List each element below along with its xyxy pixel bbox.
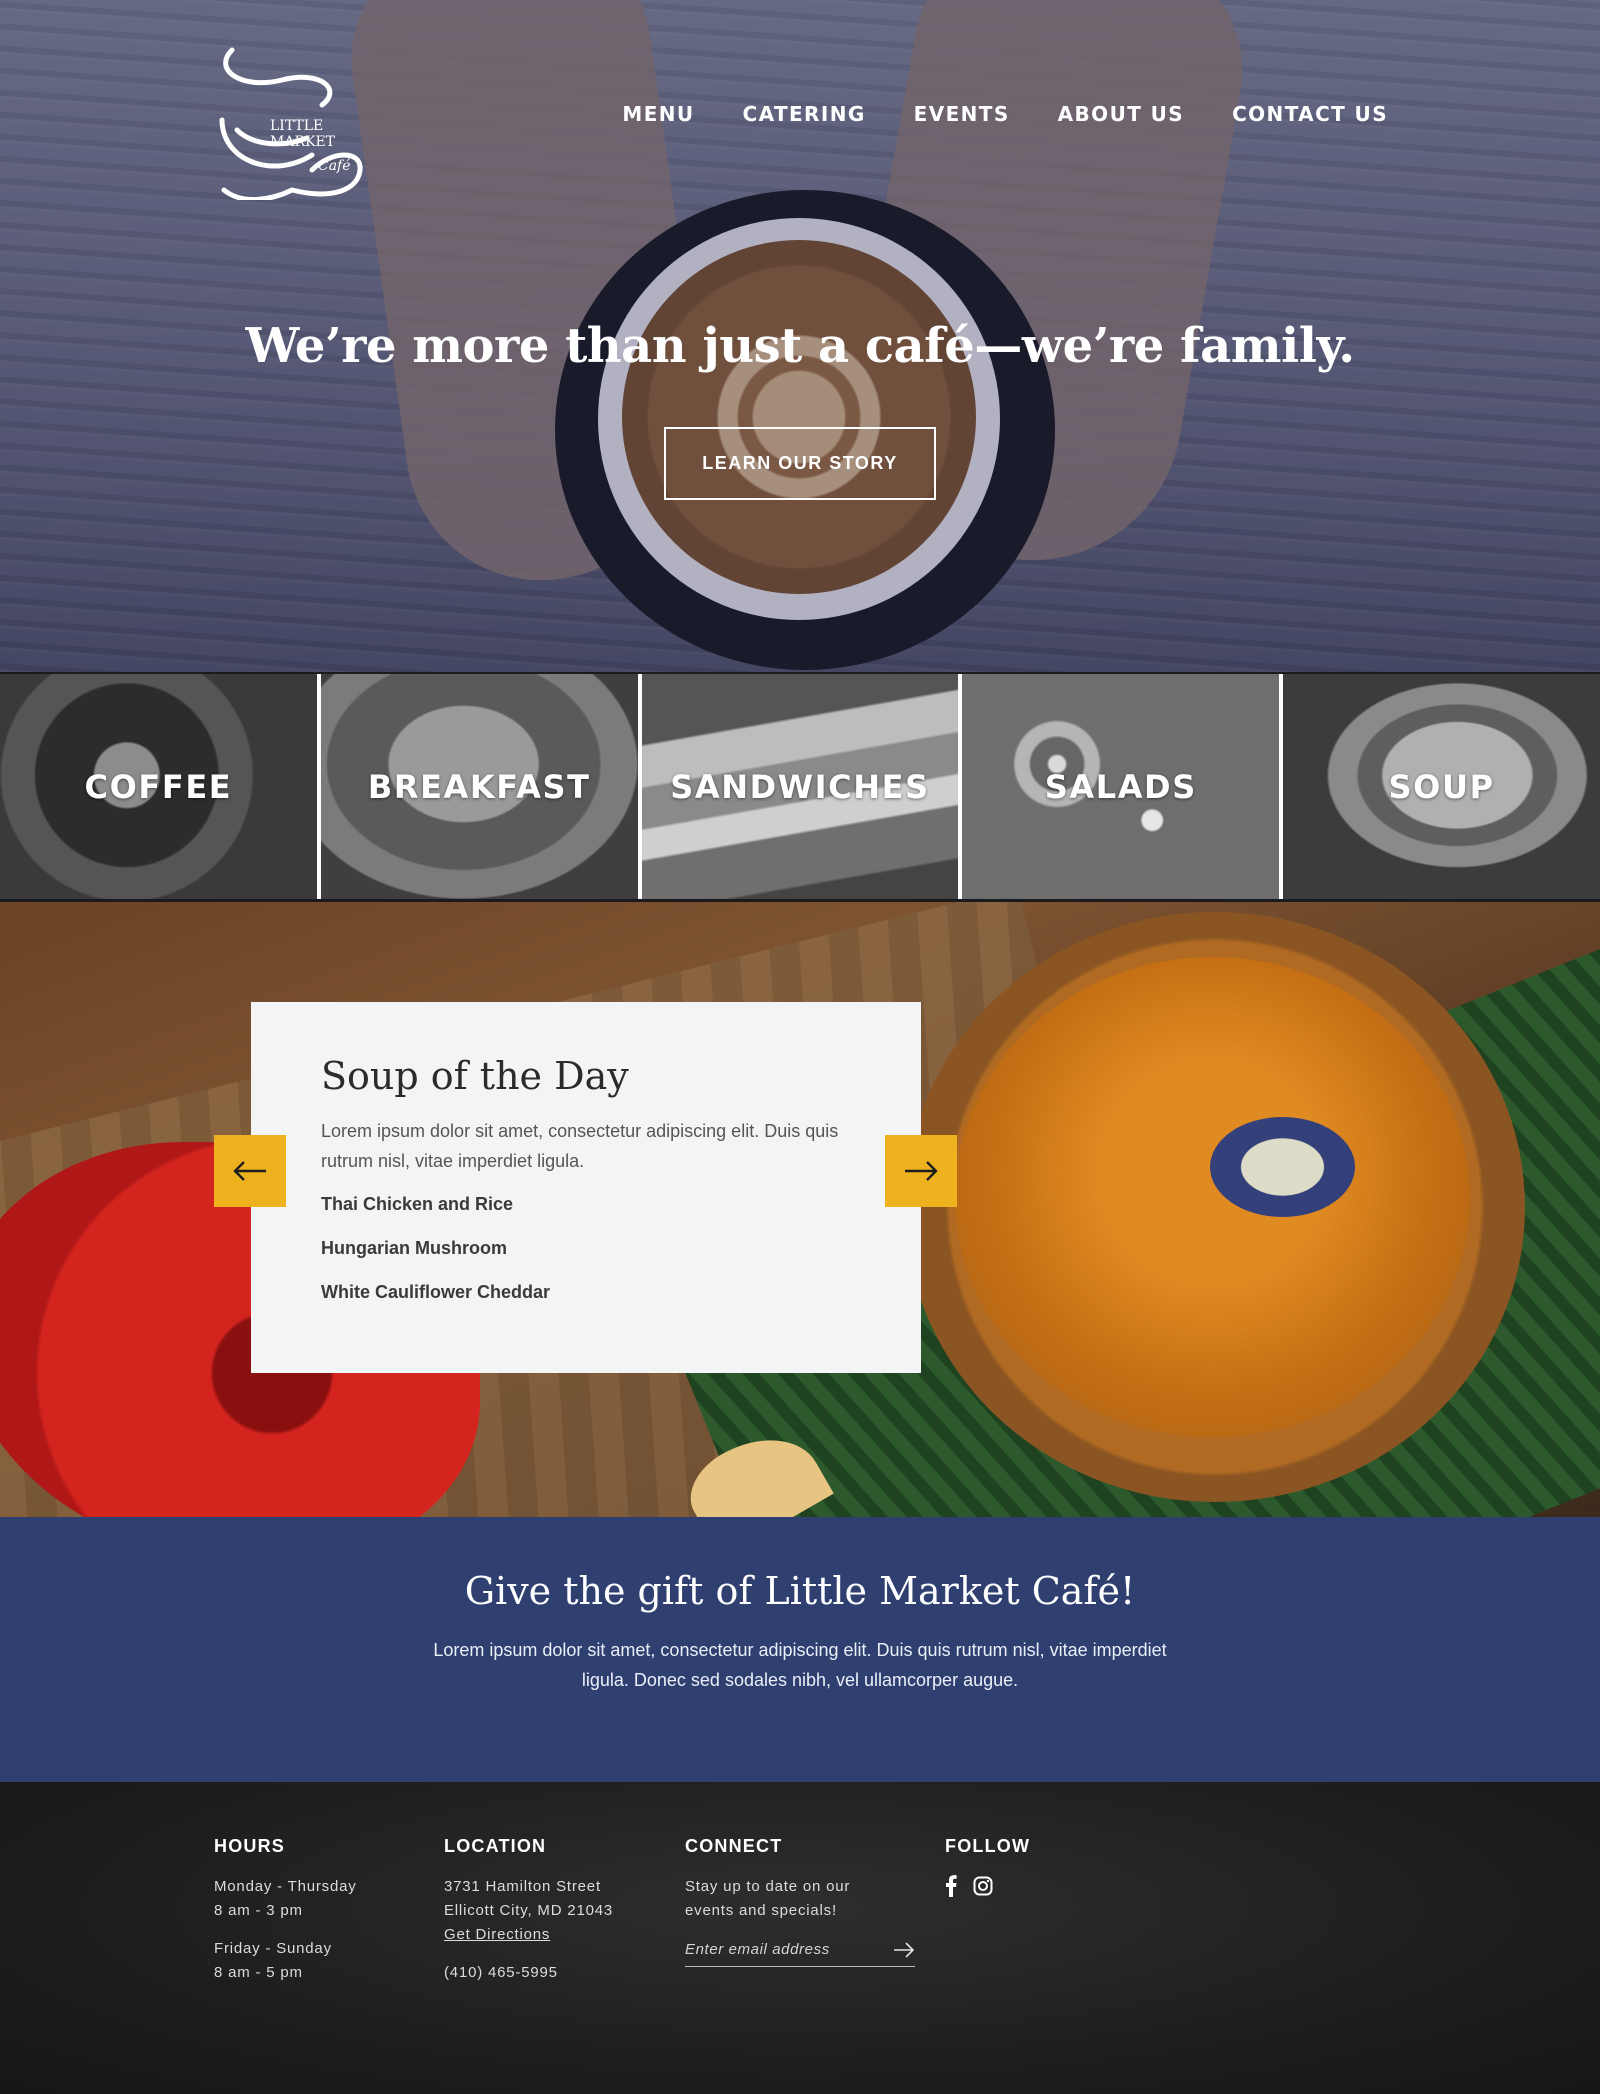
category-tile-coffee[interactable]: COFFEE	[0, 674, 317, 899]
hours-weekend-days: Friday - Sunday	[214, 1940, 332, 1957]
nav-about-us[interactable]: ABOUT US	[1058, 102, 1184, 126]
gift-section: Give the gift of Little Market Café! Lor…	[0, 1517, 1600, 1782]
main-nav: MENU CATERING EVENTS ABOUT US CONTACT US	[622, 102, 1388, 126]
soup-list-item: Thai Chicken and Rice	[321, 1194, 514, 1214]
hours-weekday-days: Monday - Thursday	[214, 1878, 357, 1895]
facebook-icon[interactable]	[945, 1875, 957, 1897]
soup-card: Soup of the Day Lorem ipsum dolor sit am…	[251, 1002, 921, 1373]
carousel-next-button[interactable]	[885, 1135, 957, 1207]
hours-weekday-time: 8 am - 3 pm	[214, 1902, 303, 1919]
gift-text: Lorem ipsum dolor sit amet, consectetur …	[433, 1640, 1167, 1690]
nav-menu[interactable]: MENU	[622, 102, 694, 126]
category-tile-soup[interactable]: SOUP	[1283, 674, 1600, 899]
category-label: COFFEE	[84, 767, 233, 806]
gift-title: Give the gift of Little Market Café!	[464, 1569, 1136, 1613]
location-street: 3731 Hamilton Street	[444, 1878, 601, 1895]
nav-catering[interactable]: CATERING	[743, 102, 866, 126]
category-tile-salads[interactable]: SALADS	[962, 674, 1280, 899]
footer-connect: CONNECT Stay up to date on our events an…	[685, 1836, 915, 1967]
connect-text-line1: Stay up to date on our	[685, 1878, 851, 1895]
instagram-icon[interactable]	[973, 1876, 993, 1896]
logo-text-cafe: Café	[318, 158, 351, 174]
arrow-right-icon[interactable]	[893, 1941, 915, 1958]
footer-hours: HOURS Monday - Thursday 8 am - 3 pm Frid…	[214, 1836, 357, 1985]
location-city: Ellicott City, MD 21043	[444, 1902, 614, 1919]
soup-card-title: Soup of the Day	[321, 1054, 629, 1098]
get-directions-link[interactable]: Get Directions	[444, 1923, 613, 1947]
soup-list-item: Hungarian Mushroom	[321, 1238, 508, 1258]
category-label: SALADS	[1044, 767, 1197, 806]
arrow-right-icon	[905, 1161, 938, 1181]
arrow-left-icon	[233, 1161, 266, 1181]
soup-list: Thai Chicken and Rice Hungarian Mushroom…	[321, 1194, 851, 1303]
soup-image-garnish	[1210, 1117, 1355, 1217]
category-tile-breakfast[interactable]: BREAKFAST	[320, 674, 638, 899]
location-phone[interactable]: (410) 465-5995	[444, 1961, 613, 1985]
hours-weekend-time: 8 am - 5 pm	[214, 1964, 303, 1981]
category-tiles: COFFEE BREAKFAST SANDWICHES SALADS SOUP	[0, 674, 1600, 899]
connect-heading: CONNECT	[685, 1836, 783, 1856]
footer-location: LOCATION 3731 Hamilton Street Ellicott C…	[444, 1836, 613, 1985]
carousel-prev-button[interactable]	[214, 1135, 286, 1207]
logo-text-little: LITTLE	[270, 118, 323, 134]
category-label: SOUP	[1388, 767, 1495, 806]
hero-section: LITTLE MARKET Café MENU CATERING EVENTS …	[0, 0, 1600, 672]
social-links	[945, 1875, 1030, 1897]
location-heading: LOCATION	[444, 1836, 547, 1856]
footer: HOURS Monday - Thursday 8 am - 3 pm Frid…	[0, 1782, 1600, 2094]
site-logo[interactable]: LITTLE MARKET Café	[212, 30, 372, 202]
soup-image-soup	[955, 957, 1470, 1437]
learn-our-story-button[interactable]: LEARN OUR STORY	[664, 427, 936, 500]
follow-heading: FOLLOW	[945, 1836, 1031, 1856]
category-tile-sandwiches[interactable]: SANDWICHES	[641, 674, 959, 899]
hero-title: We’re more than just a café—we’re family…	[245, 318, 1355, 374]
category-label: BREAKFAST	[367, 767, 591, 806]
connect-text-line2: events and specials!	[685, 1902, 837, 1919]
logo-text-market: MARKET	[270, 134, 336, 150]
hours-heading: HOURS	[214, 1836, 286, 1856]
category-label: SANDWICHES	[670, 767, 930, 806]
soup-list-item: White Cauliflower Cheddar	[321, 1282, 551, 1302]
email-signup	[685, 1941, 915, 1967]
soup-of-the-day-section: Soup of the Day Lorem ipsum dolor sit am…	[0, 902, 1600, 1517]
footer-follow: FOLLOW	[945, 1836, 1030, 1897]
nav-contact-us[interactable]: CONTACT US	[1232, 102, 1388, 126]
email-input[interactable]	[685, 1941, 875, 1958]
soup-card-description: Lorem ipsum dolor sit amet, consectetur …	[321, 1121, 839, 1171]
nav-events[interactable]: EVENTS	[914, 102, 1010, 126]
coffee-cup-logo-icon: LITTLE MARKET Café	[219, 47, 363, 202]
